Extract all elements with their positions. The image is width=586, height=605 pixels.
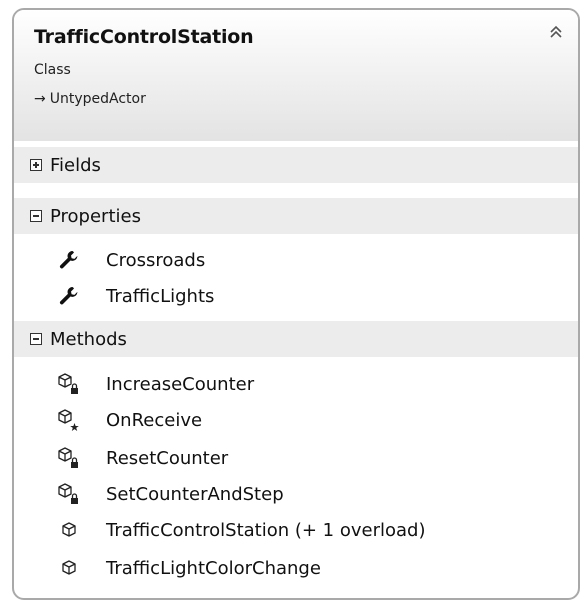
property-item[interactable]: TrafficLights [14, 279, 578, 313]
method-item[interactable]: OnReceive [14, 403, 578, 437]
class-shape[interactable]: TrafficControlStation Class → UntypedAct… [12, 8, 580, 600]
section-fields[interactable]: Fields [14, 147, 578, 183]
property-name: Crossroads [106, 249, 206, 271]
class-kind: Class [34, 62, 71, 78]
base-type: → UntypedActor [34, 91, 146, 107]
section-properties-label: Properties [50, 205, 141, 227]
collapse-icon[interactable] [30, 210, 42, 222]
base-type-name: UntypedActor [49, 91, 146, 107]
wrench-icon [56, 247, 82, 273]
method-name: ResetCounter [106, 447, 229, 469]
section-fields-label: Fields [50, 154, 101, 176]
method-item[interactable]: TrafficControlStation (+ 1 overload) [14, 513, 578, 547]
expand-icon[interactable] [30, 159, 42, 171]
method-item[interactable]: SetCounterAndStep [14, 477, 578, 511]
method-name: SetCounterAndStep [106, 483, 284, 505]
section-methods-label: Methods [50, 328, 127, 350]
collapse-chevron-icon[interactable] [546, 22, 566, 42]
wrench-icon [56, 283, 82, 309]
method-name: OnReceive [106, 409, 203, 431]
method-public-icon [56, 555, 82, 581]
method-name: TrafficControlStation (+ 1 overload) [106, 519, 426, 541]
method-private-icon [56, 481, 82, 507]
method-protected-icon [56, 407, 82, 433]
collapse-icon[interactable] [30, 333, 42, 345]
method-private-icon [56, 445, 82, 471]
property-name: TrafficLights [106, 285, 215, 307]
method-private-icon [56, 371, 82, 397]
class-name: TrafficControlStation [34, 26, 254, 48]
inherits-arrow-icon: → [34, 91, 46, 107]
method-item[interactable]: IncreaseCounter [14, 367, 578, 401]
method-item[interactable]: TrafficLightColorChange [14, 551, 578, 585]
property-item[interactable]: Crossroads [14, 243, 578, 277]
method-item[interactable]: ResetCounter [14, 441, 578, 475]
class-header: TrafficControlStation Class → UntypedAct… [14, 10, 578, 141]
section-methods[interactable]: Methods [14, 321, 578, 357]
method-public-icon [56, 517, 82, 543]
section-properties[interactable]: Properties [14, 198, 578, 234]
method-name: IncreaseCounter [106, 373, 255, 395]
method-name: TrafficLightColorChange [106, 557, 321, 579]
